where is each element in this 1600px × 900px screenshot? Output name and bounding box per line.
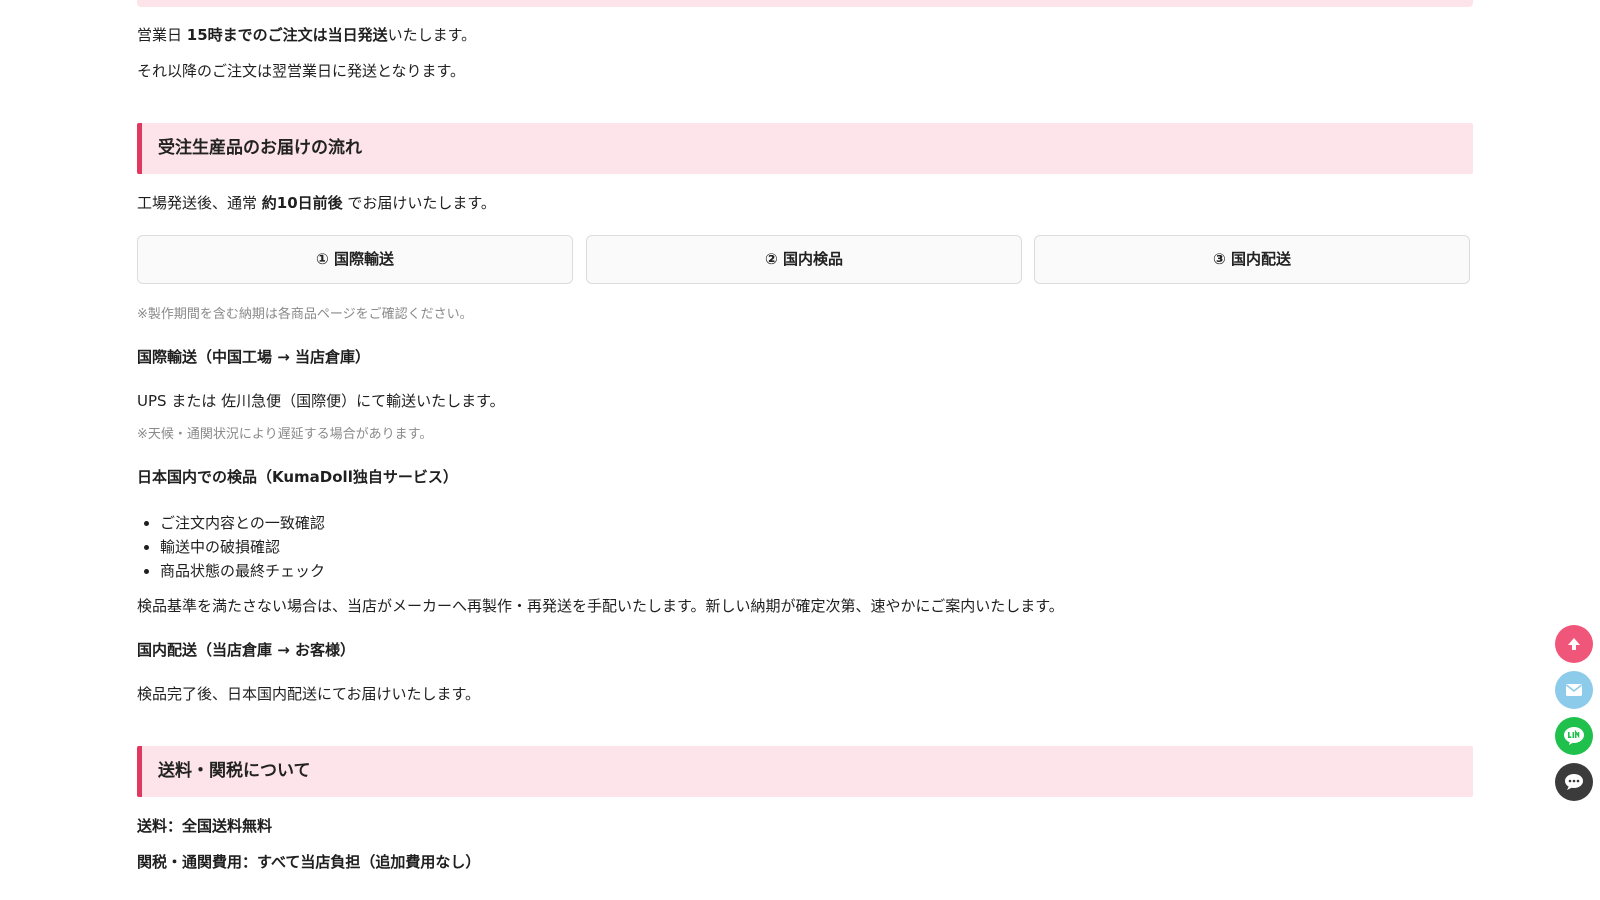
delivery-time-text: 工場発送後、通常 約10日前後 でお届けいたします。 xyxy=(137,194,496,212)
lead-time-note: ※製作期間を含む納期は各商品ページをご確認ください。 xyxy=(137,307,473,322)
chat-icon xyxy=(1565,774,1583,790)
duties-text: 関税・通関費用：すべて当店負担（追加費用なし） xyxy=(137,853,481,871)
step-domestic-delivery: ③ 国内配送 xyxy=(1034,235,1470,284)
step-domestic-inspection: ② 国内検品 xyxy=(586,235,1022,284)
inspection-list: ご注文内容との一致確認 輸送中の破損確認 商品状態の最終チェック xyxy=(137,511,325,583)
section-heading-delivery-flow: 受注生産品のお届けの流れ xyxy=(137,123,1473,174)
list-item: 輸送中の破損確認 xyxy=(160,535,325,559)
inspection-title: 日本国内での検品（KumaDoll独自サービス） xyxy=(137,468,458,486)
domestic-delivery-title: 国内配送（当店倉庫 → お客様） xyxy=(137,641,356,659)
mail-icon xyxy=(1566,684,1582,696)
previous-section-bar xyxy=(137,0,1473,7)
step-international-shipping: ① 国際輸送 xyxy=(137,235,573,284)
mail-button[interactable] xyxy=(1555,671,1593,709)
inspection-policy-text: 検品基準を満たさない場合は、当店がメーカーへ再製作・再発送を手配いたします。新し… xyxy=(137,597,1064,615)
list-item: 商品状態の最終チェック xyxy=(160,559,325,583)
section-heading-text: 送料・関税について xyxy=(158,761,311,781)
line-icon xyxy=(1564,727,1584,745)
shipping-fee-text: 送料：全国送料無料 xyxy=(137,817,273,835)
line-button[interactable] xyxy=(1555,717,1593,755)
intl-shipping-note: ※天候・通関状況により遅延する場合があります。 xyxy=(137,427,433,442)
chat-button[interactable] xyxy=(1555,763,1593,801)
scroll-top-button[interactable] xyxy=(1555,625,1593,663)
shipping-next-day-text: それ以降のご注文は翌営業日に発送となります。 xyxy=(137,62,466,80)
section-heading-fees: 送料・関税について xyxy=(137,746,1473,797)
shipping-cutoff-text: 営業日 15時までのご注文は当日発送いたします。 xyxy=(137,26,477,44)
section-heading-text: 受注生産品のお届けの流れ xyxy=(158,138,362,158)
intl-shipping-title: 国際輸送（中国工場 → 当店倉庫） xyxy=(137,348,371,366)
domestic-delivery-text: 検品完了後、日本国内配送にてお届けいたします。 xyxy=(137,685,481,703)
list-item: ご注文内容との一致確認 xyxy=(160,511,325,535)
arrow-up-icon xyxy=(1568,638,1580,650)
intl-shipping-text: UPS または 佐川急便（国際便）にて輸送いたします。 xyxy=(137,392,505,410)
